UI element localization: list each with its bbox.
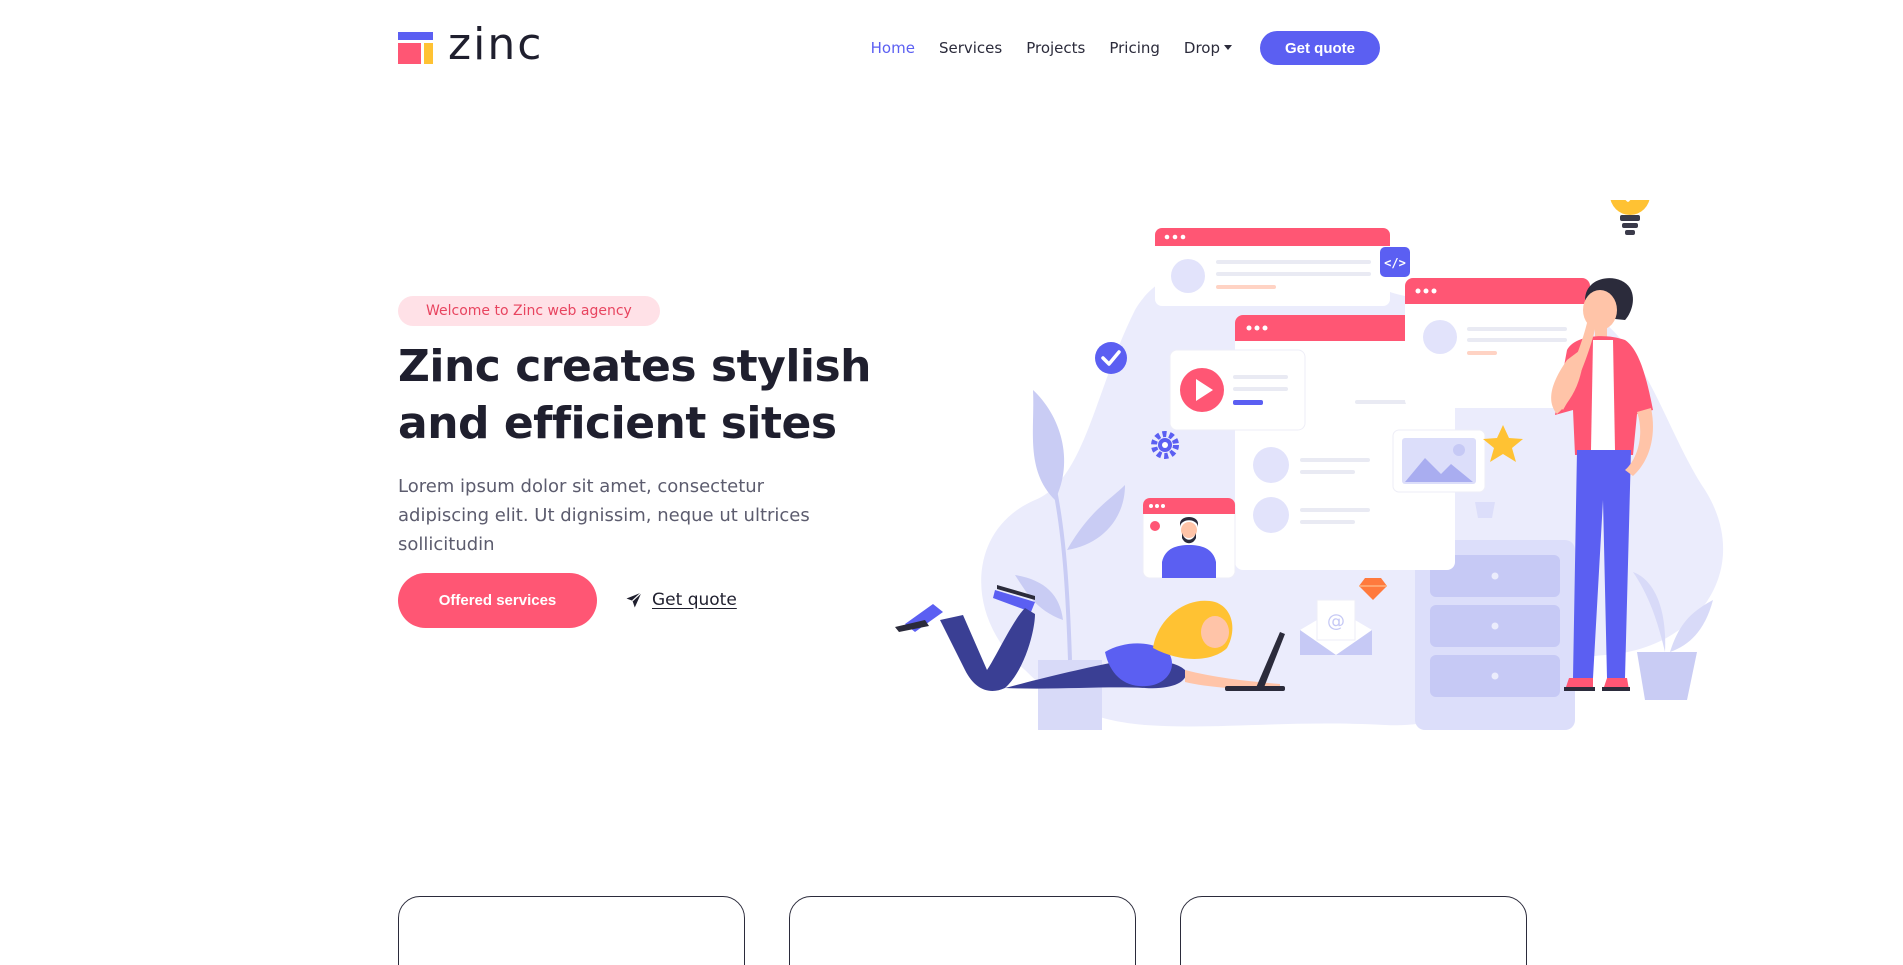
logo[interactable]: zinc [398,19,544,70]
video-card [1169,349,1306,431]
lightbulb-icon [1610,200,1650,235]
trophy-icon [1475,502,1495,518]
service-card [789,896,1136,965]
hero-title-line-1: Zinc creates stylish [398,341,872,392]
nav-item-drop[interactable]: Drop [1184,30,1232,66]
get-quote-button[interactable]: Get quote [1260,31,1380,65]
caret-down-icon [1224,45,1232,50]
service-card [1180,896,1527,965]
service-blob-icon [822,944,882,965]
service-blob-icon [431,944,491,965]
hero-title: Zinc creates stylish and efficient sites [398,338,878,452]
welcome-badge: Welcome to Zinc web agency [398,296,660,326]
nav-item-pricing[interactable]: Pricing [1109,30,1160,66]
window-top [1155,228,1390,306]
nav-item-services[interactable]: Services [939,30,1002,66]
hero-illustration: </> @ [895,200,1724,730]
image-card [1392,429,1486,493]
code-icon: </> [1380,247,1410,277]
hero-title-line-2: and efficient sites [398,398,837,449]
nav-item-home[interactable]: Home [871,30,915,66]
service-card [398,896,745,965]
svg-text:</>: </> [1384,256,1406,270]
hero-lead: Lorem ipsum dolor sit amet, consectetur … [398,476,810,555]
navbar: zinc Home Services Projects Pricing Drop… [0,0,1903,96]
get-quote-link-label: Get quote [652,590,737,610]
video-call-card [1142,497,1236,579]
nav-item-drop-label: Drop [1183,39,1220,57]
get-quote-link[interactable]: Get quote [625,590,737,610]
paper-plane-icon [626,592,642,608]
logo-mark-icon [398,32,433,64]
check-circle-icon [1095,342,1127,374]
offered-services-button[interactable]: Offered services [398,573,597,628]
nav-item-projects[interactable]: Projects [1026,30,1085,66]
service-blob-icon [1213,944,1273,965]
main-nav: Home Services Projects Pricing Drop Get … [847,30,1380,66]
logo-text: zinc [448,19,544,70]
svg-text:@: @ [1327,611,1345,632]
